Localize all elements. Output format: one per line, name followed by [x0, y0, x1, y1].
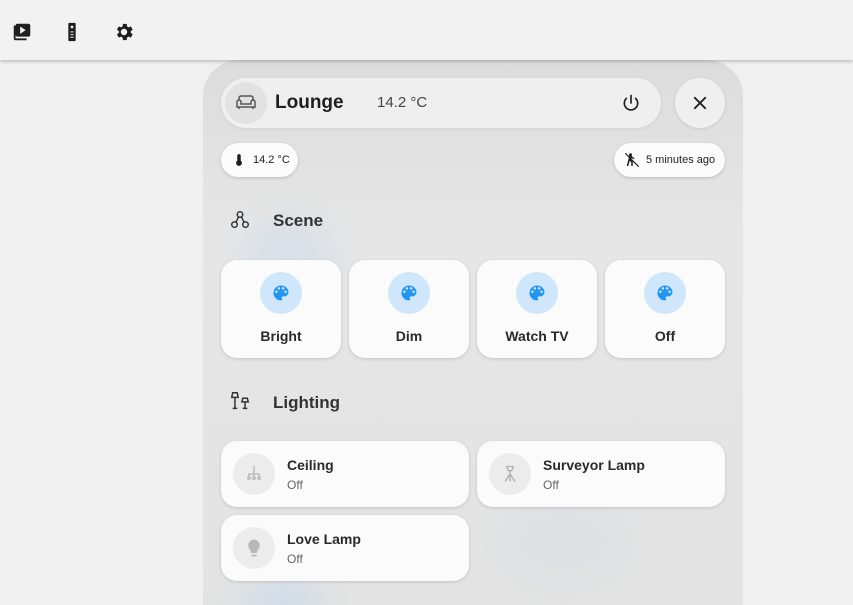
light-card-surveyor-lamp[interactable]: Surveyor Lamp Off: [477, 441, 725, 507]
light-name: Love Lamp: [287, 531, 361, 547]
temperature-chip-label: 14.2 °C: [253, 154, 290, 166]
motion-chip[interactable]: 5 minutes ago: [614, 143, 725, 177]
palette-icon: [644, 272, 686, 314]
palette-icon: [260, 272, 302, 314]
close-button[interactable]: [675, 78, 725, 128]
scene-section-title: Scene: [273, 211, 324, 230]
settings-gear-icon[interactable]: [112, 20, 136, 44]
motion-sensor-icon: [623, 151, 641, 169]
background-decoration: [243, 580, 323, 605]
light-name: Ceiling: [287, 457, 334, 473]
scene-label: Bright: [260, 328, 302, 344]
power-icon: [623, 94, 639, 111]
palette-icon: [516, 272, 558, 314]
lighting-section-title: Lighting: [273, 393, 341, 412]
light-card-ceiling[interactable]: Ceiling Off: [221, 441, 469, 507]
scene-label: Dim: [395, 328, 423, 344]
chandelier-icon: [233, 453, 275, 495]
light-name: Surveyor Lamp: [543, 457, 645, 473]
scene-card-watch-tv[interactable]: Watch TV: [477, 260, 597, 358]
room-title: Lounge: [275, 92, 344, 113]
light-state: Off: [287, 478, 303, 492]
light-card-love-lamp[interactable]: Love Lamp Off: [221, 515, 469, 581]
room-header: Lounge 14.2 °C: [221, 78, 661, 128]
room-dialog: Lounge 14.2 °C 14.2 °C 5 minutes ago Sce…: [203, 60, 743, 605]
scene-group-icon: [228, 208, 252, 232]
media-library-icon[interactable]: [10, 20, 34, 44]
palette-icon: [388, 272, 430, 314]
scene-card-dim[interactable]: Dim: [349, 260, 469, 358]
room-temperature: 14.2 °C: [377, 94, 428, 111]
motion-chip-label: 5 minutes ago: [646, 154, 716, 166]
top-app-bar: [0, 0, 853, 60]
scene-card-bright[interactable]: Bright: [221, 260, 341, 358]
thermometer-icon: [231, 152, 247, 168]
lamps-group-icon: [228, 389, 252, 413]
scene-label: Off: [654, 328, 676, 344]
lightbulb-icon: [233, 527, 275, 569]
floor-lamp-tripod-icon: [489, 453, 531, 495]
close-icon: [693, 96, 707, 110]
remote-control-icon[interactable]: [60, 20, 84, 44]
background-decoration: [503, 500, 623, 580]
scene-card-off[interactable]: Off: [605, 260, 725, 358]
light-state: Off: [287, 552, 303, 566]
temperature-chip[interactable]: 14.2 °C: [221, 143, 298, 177]
light-state: Off: [543, 478, 559, 492]
power-button[interactable]: [619, 91, 643, 115]
sofa-icon: [225, 82, 267, 124]
scene-label: Watch TV: [505, 328, 569, 344]
